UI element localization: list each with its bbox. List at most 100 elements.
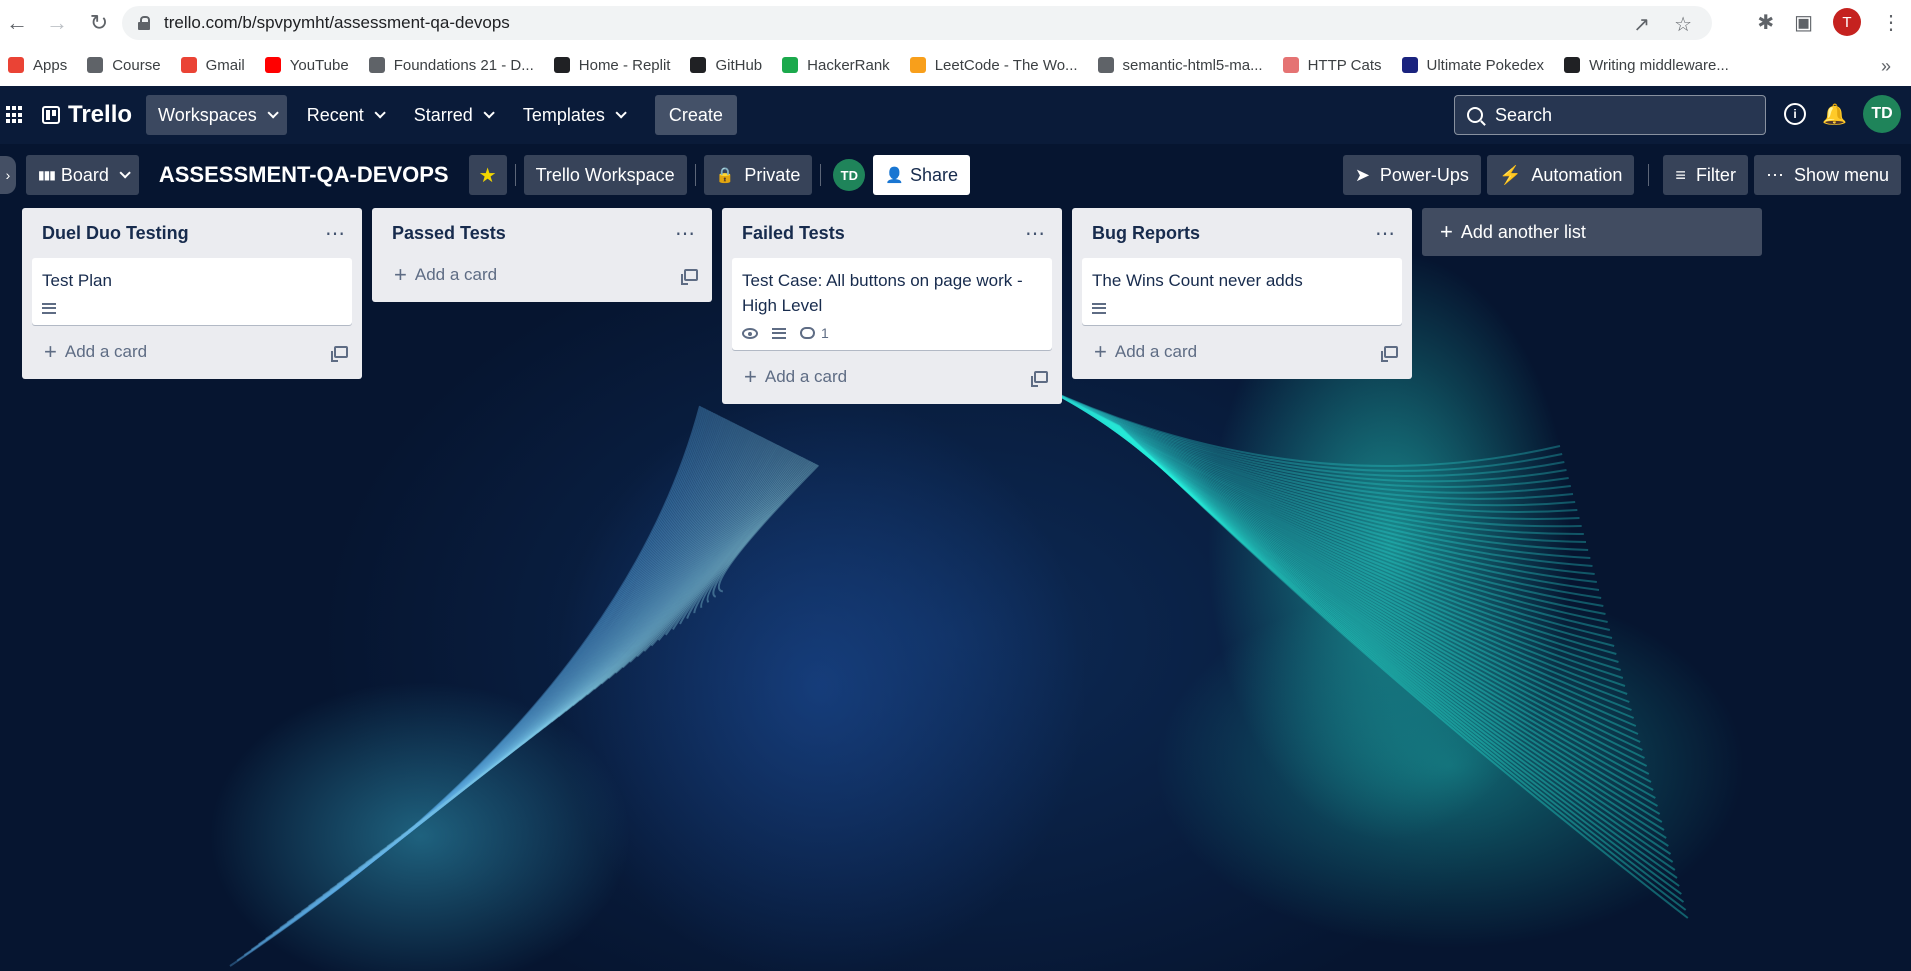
list-title[interactable]: Duel Duo Testing [42, 223, 189, 244]
card-title: The Wins Count never adds [1092, 271, 1303, 290]
bookmark-item[interactable]: YouTube [264, 56, 349, 74]
card-title: Test Case: All buttons on page work - Hi… [742, 271, 1023, 315]
power-ups-button[interactable]: ➤ Power-Ups [1342, 155, 1481, 195]
cat-icon [1282, 57, 1299, 73]
info-icon[interactable]: i [1784, 103, 1807, 125]
card[interactable]: The Wins Count never adds [1082, 258, 1402, 325]
bookmark-star-icon[interactable]: ☆ [1674, 12, 1692, 37]
workspaces-menu[interactable]: Workspaces [146, 95, 287, 135]
description-icon [42, 302, 56, 314]
list-actions-icon[interactable]: ⋯ [325, 221, 346, 246]
comment-icon [800, 327, 815, 339]
share-page-icon[interactable]: ↗ [1633, 12, 1650, 37]
visibility-button[interactable]: 🔒 Private [703, 155, 813, 195]
list-title[interactable]: Bug Reports [1092, 223, 1200, 244]
filter-button[interactable]: ≡ Filter [1663, 155, 1748, 195]
extensions-icon[interactable]: ✱ [1757, 10, 1774, 35]
workspace-button[interactable]: Trello Workspace [523, 155, 687, 195]
list-actions-icon[interactable]: ⋯ [1375, 221, 1396, 246]
bookmark-item[interactable]: Ultimate Pokedex [1401, 56, 1545, 74]
globe-icon [87, 57, 104, 73]
star-board-icon[interactable]: ★ [468, 155, 507, 195]
forward-icon[interactable]: → [44, 10, 70, 36]
bookmark-item[interactable]: HTTP Cats [1282, 56, 1382, 74]
show-menu-button[interactable]: ⋯ Show menu [1753, 155, 1901, 195]
bookmark-item[interactable]: LeetCode - The Wo... [909, 57, 1078, 74]
lightning-icon: ⚡ [1498, 164, 1522, 185]
gmail-icon [180, 57, 197, 73]
automation-button[interactable]: ⚡ Automation [1486, 155, 1635, 195]
list-actions-icon[interactable]: ⋯ [1025, 221, 1046, 246]
trello-logo[interactable]: Trello [42, 101, 132, 129]
bookmark-label: Writing middleware... [1589, 56, 1729, 74]
list-title[interactable]: Failed Tests [742, 223, 845, 244]
add-card-button[interactable]: + Add a card [372, 258, 712, 292]
list-bug-reports: Bug Reports ⋯ The Wins Count never adds … [1072, 208, 1412, 379]
card-template-icon[interactable] [1381, 346, 1398, 362]
board-member-avatar[interactable]: TD [833, 159, 866, 191]
recent-menu[interactable]: Recent [295, 95, 394, 135]
card[interactable]: Test Case: All buttons on page work - Hi… [732, 258, 1052, 350]
card-template-icon[interactable] [681, 269, 698, 285]
filter-label: Filter [1695, 164, 1736, 185]
bookmark-label: HTTP Cats [1307, 56, 1382, 74]
list-title[interactable]: Passed Tests [392, 223, 506, 244]
card-template-icon[interactable] [331, 346, 348, 362]
search-input[interactable]: Search [1454, 95, 1766, 135]
card[interactable]: Test Plan [32, 258, 352, 325]
profile-avatar[interactable]: T [1833, 8, 1861, 36]
pokeball-icon [1401, 57, 1418, 73]
bookmark-item[interactable]: Course [87, 57, 161, 74]
starred-menu[interactable]: Starred [402, 95, 503, 135]
add-card-button[interactable]: + Add a card [22, 335, 362, 369]
app-switcher-icon[interactable] [6, 106, 24, 124]
comment-count: 1 [821, 325, 829, 341]
bookmark-label: Ultimate Pokedex [1426, 56, 1545, 74]
reload-icon[interactable]: ↻ [86, 10, 112, 36]
apps-grid-icon [8, 57, 24, 73]
bookmark-label: YouTube [289, 56, 349, 74]
bookmark-item[interactable]: Gmail [180, 57, 245, 74]
bookmark-item[interactable]: Apps [8, 57, 67, 74]
account-avatar[interactable]: TD [1863, 95, 1901, 133]
bookmarks-overflow-icon[interactable]: » [1881, 56, 1891, 77]
bookmark-label: Foundations 21 - D... [393, 56, 534, 74]
search-icon [1467, 107, 1483, 123]
bookmark-item[interactable]: HackerRank [782, 57, 890, 74]
bookmark-item[interactable]: GitHub [690, 57, 762, 74]
lock-icon: 🔒 [715, 167, 735, 184]
create-button[interactable]: Create [654, 95, 737, 135]
add-card-label: Add a card [1114, 342, 1198, 361]
add-card-button[interactable]: + Add a card [722, 360, 1062, 394]
trello-logo-icon [42, 106, 60, 124]
power-ups-label: Power-Ups [1379, 164, 1469, 185]
filter-icon: ≡ [1675, 164, 1686, 185]
share-label: Share [910, 164, 959, 185]
address-bar[interactable]: trello.com/b/spvpymht/assessment-qa-devo… [122, 6, 1712, 40]
card-template-icon[interactable] [1031, 371, 1048, 387]
board-view-switcher[interactable]: ▮▮▮ Board [26, 155, 139, 195]
chrome-menu-icon[interactable]: ⋮ [1881, 10, 1901, 35]
list-actions-icon[interactable]: ⋯ [675, 221, 696, 246]
youtube-icon [264, 57, 281, 73]
board-lists: Duel Duo Testing ⋯ Test Plan + Add a card… [22, 208, 1762, 404]
bookmark-label: HackerRank [807, 56, 890, 74]
side-panel-icon[interactable]: ▣ [1794, 10, 1813, 35]
bookmark-item[interactable]: Foundations 21 - D... [368, 56, 534, 74]
add-card-label: Add a card [764, 367, 848, 386]
bookmark-item[interactable]: semantic-html5-ma... [1097, 57, 1263, 74]
share-button[interactable]: 👤 Share [873, 155, 971, 195]
bookmark-item[interactable]: Writing middleware... [1564, 57, 1729, 74]
bookmark-item[interactable]: Home - Replit [553, 57, 670, 74]
board-title[interactable]: ASSESSMENT-QA-DEVOPS [159, 162, 449, 188]
watching-eye-icon [742, 327, 758, 339]
github-icon [690, 57, 707, 73]
add-card-button[interactable]: + Add a card [1072, 335, 1412, 369]
notifications-bell-icon[interactable]: 🔔 [1822, 102, 1847, 127]
templates-menu[interactable]: Templates [511, 95, 635, 135]
more-dots-icon: ⋯ [1765, 164, 1784, 185]
add-member-icon: 👤 [885, 167, 905, 184]
add-another-list-button[interactable]: + Add another list [1422, 208, 1762, 256]
sidebar-expand-icon[interactable]: › [0, 156, 16, 194]
back-icon[interactable]: ← [4, 10, 30, 36]
